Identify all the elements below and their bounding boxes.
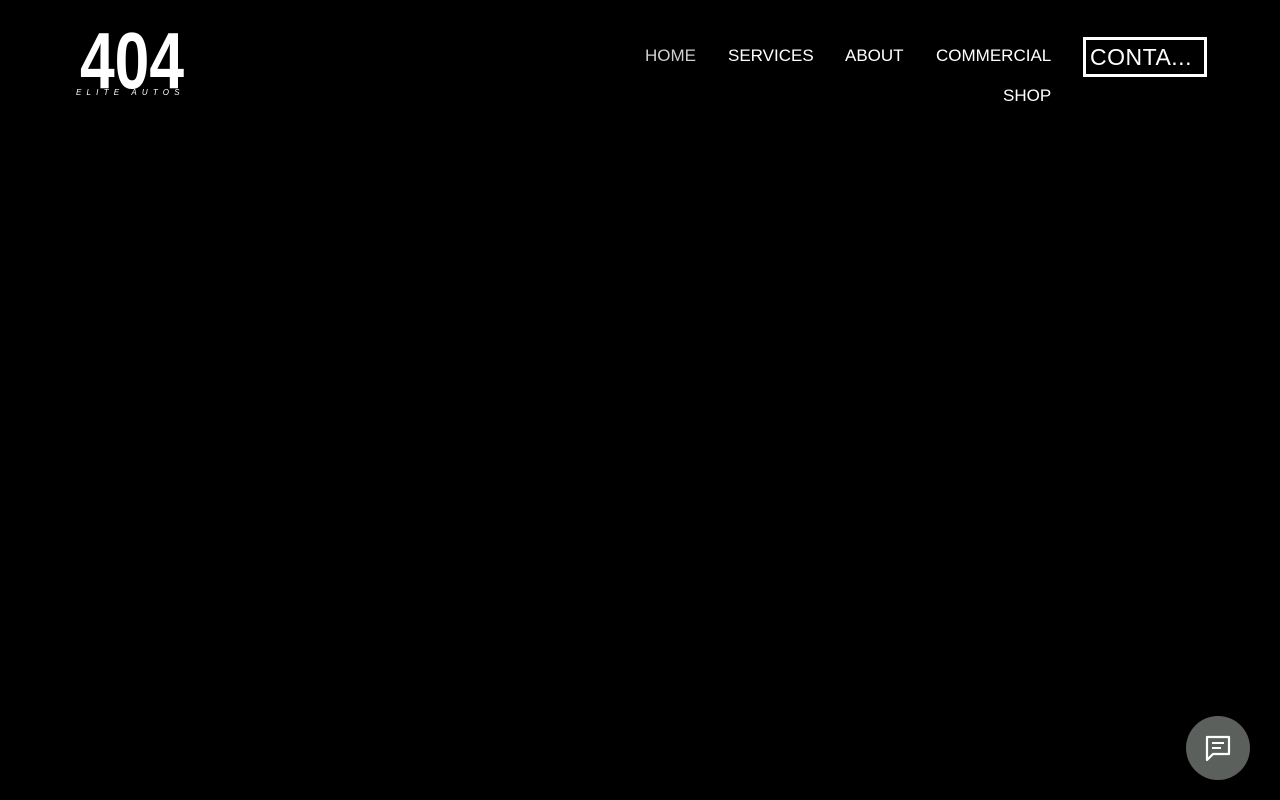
nav-about-link[interactable]: ABOUT — [845, 46, 904, 66]
nav-services-link[interactable]: SERVICES — [728, 46, 814, 66]
chat-message-icon — [1205, 735, 1231, 762]
chat-button[interactable] — [1186, 716, 1250, 780]
nav-commercial-link[interactable]: COMMERCIAL — [936, 46, 1051, 66]
nav-shop-link[interactable]: SHOP — [1003, 86, 1051, 106]
nav-home-link[interactable]: HOME — [645, 46, 696, 66]
main-nav: HOME SERVICES ABOUT COMMERCIAL SHOP CONT… — [0, 0, 1280, 120]
contact-button[interactable]: CONTA... — [1083, 37, 1207, 77]
page: 404 ELITE AUTOS HOME SERVICES ABOUT COMM… — [0, 0, 1280, 800]
